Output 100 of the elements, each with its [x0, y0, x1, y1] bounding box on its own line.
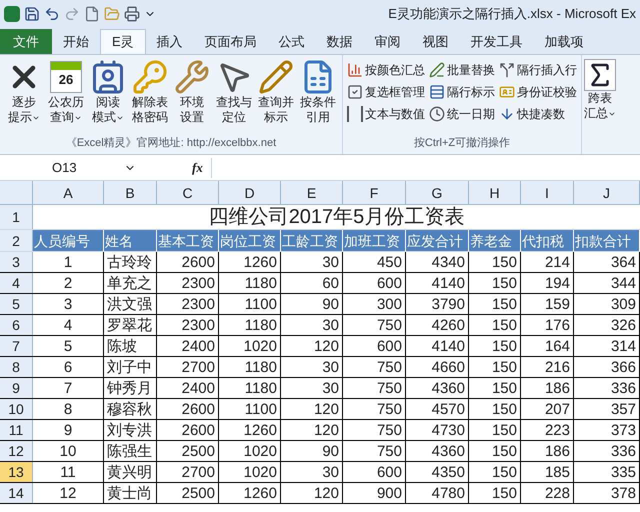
table-cell: 90: [281, 294, 343, 314]
column-header[interactable]: H: [469, 181, 521, 204]
column-header[interactable]: I: [521, 181, 574, 204]
clock-icon: [429, 106, 445, 122]
ribbon-button[interactable]: 按条件 引用: [298, 59, 338, 125]
ribbon-tab[interactable]: 视图: [412, 29, 460, 54]
header-cell: 工龄工资: [281, 230, 343, 251]
ribbon-tab[interactable]: 数据: [316, 29, 364, 54]
ribbon-tab[interactable]: E灵: [100, 29, 146, 54]
row-header[interactable]: 5: [0, 294, 33, 314]
row-header[interactable]: 2: [0, 230, 33, 251]
table-cell: 150: [469, 252, 521, 272]
ribbon-tab[interactable]: 加载项: [534, 29, 595, 54]
ribbon-small-button[interactable]: 隔行插入行: [499, 59, 577, 81]
row-header[interactable]: 13: [0, 462, 33, 482]
print-preview-icon[interactable]: [124, 6, 140, 22]
header-cell: 基本工资: [157, 230, 219, 251]
ribbon-tab[interactable]: 开发工具: [460, 29, 534, 54]
row-header[interactable]: 14: [0, 483, 33, 503]
table-cell: 6: [33, 357, 104, 377]
table-cell: 1020: [219, 336, 281, 356]
ribbon-button[interactable]: 环境 设置: [172, 59, 212, 125]
column-header[interactable]: C: [157, 181, 219, 204]
ribbon-small-button[interactable]: 快捷凑数: [499, 103, 577, 125]
undo-icon[interactable]: [44, 6, 60, 22]
table-cell: 336: [574, 378, 640, 398]
name-box[interactable]: O13: [4, 158, 144, 178]
table-cell: 164: [521, 336, 574, 356]
row-header[interactable]: 3: [0, 252, 33, 272]
table-cell: 750: [343, 399, 406, 419]
column-header[interactable]: A: [33, 181, 104, 204]
table-cell: 4570: [406, 399, 469, 419]
ribbon-tab[interactable]: 页面布局: [194, 29, 268, 54]
ribbon-small-button[interactable]: 隔行标示: [429, 81, 495, 103]
row-header[interactable]: 10: [0, 399, 33, 419]
row-header[interactable]: 12: [0, 441, 33, 461]
ribbon-button[interactable]: 逐步 提示: [4, 59, 44, 125]
row-header[interactable]: 9: [0, 378, 33, 398]
ribbon-button[interactable]: 查询并 标示: [256, 59, 296, 125]
table-cell: 150: [469, 378, 521, 398]
table-cell: 300: [343, 294, 406, 314]
table-cell: 洪文强: [104, 294, 157, 314]
column-header[interactable]: F: [343, 181, 406, 204]
ribbon-button[interactable]: 阅读 模式: [88, 59, 128, 125]
checkbox-icon: [347, 84, 363, 100]
ribbon-tab[interactable]: 审阅: [364, 29, 412, 54]
ribbon-small-button[interactable]: 复选框管理: [347, 81, 425, 103]
ribbon-tab[interactable]: 开始: [52, 29, 100, 54]
table-cell: 176: [521, 315, 574, 335]
ribbon-button[interactable]: 查找与 定位: [214, 59, 254, 125]
table-cell: 450: [343, 252, 406, 272]
row-header[interactable]: 8: [0, 357, 33, 377]
ribbon-small-button[interactable]: 按颜色汇总: [347, 59, 425, 81]
table-cell: 357: [574, 399, 640, 419]
table-cell: 2400: [157, 336, 219, 356]
function-icon[interactable]: fx: [192, 158, 203, 178]
table-cell: 2300: [157, 273, 219, 293]
ribbon-button[interactable]: 26 公农历 查询: [46, 59, 86, 125]
table-cell: 陈强生: [104, 441, 157, 461]
ribbon-small-button[interactable]: 统一日期: [429, 103, 495, 125]
ribbon-tab[interactable]: 插入: [146, 29, 194, 54]
table-cell: 4140: [406, 336, 469, 356]
column-header[interactable]: D: [219, 181, 281, 204]
table-cell: 4140: [406, 273, 469, 293]
table-cell: 1020: [219, 462, 281, 482]
table-cell: 3790: [406, 294, 469, 314]
table-cell: 750: [343, 420, 406, 440]
table-cell: 12: [33, 483, 104, 503]
table-cell: 2400: [157, 378, 219, 398]
table-cell: 30: [281, 252, 343, 272]
table-cell: 150: [469, 441, 521, 461]
column-header[interactable]: B: [104, 181, 157, 204]
ribbon-tab[interactable]: 公式: [268, 29, 316, 54]
row-header[interactable]: 1: [0, 205, 33, 229]
row-header[interactable]: 4: [0, 273, 33, 293]
save-icon[interactable]: [24, 6, 40, 22]
ribbon-small-button[interactable]: 文本与数值: [347, 103, 425, 125]
new-file-icon[interactable]: [84, 6, 100, 22]
table-cell: 2500: [157, 483, 219, 503]
column-header[interactable]: G: [406, 181, 469, 204]
column-header[interactable]: J: [574, 181, 640, 204]
table-cell: 150: [469, 462, 521, 482]
table-cell: 314: [574, 336, 640, 356]
ribbon-tab[interactable]: 文件: [0, 29, 52, 54]
column-header[interactable]: E: [281, 181, 343, 204]
table-cell: 1180: [219, 357, 281, 377]
table-cell: 600: [343, 462, 406, 482]
table-cell: 4780: [406, 483, 469, 503]
table-cell: 2700: [157, 357, 219, 377]
group-label: 《Excel精灵》官网地址: http://excelbbx.net: [64, 136, 278, 150]
ribbon-button[interactable]: 解除表 格密码: [130, 59, 170, 125]
row-header[interactable]: 6: [0, 315, 33, 335]
table-cell: 750: [343, 357, 406, 377]
ribbon-button[interactable]: 跨表 汇总: [582, 55, 618, 121]
ribbon-small-button[interactable]: 身份证校验: [499, 81, 577, 103]
table-cell: 90: [281, 441, 343, 461]
row-header[interactable]: 7: [0, 336, 33, 356]
row-header[interactable]: 11: [0, 420, 33, 440]
spreadsheet-logo-icon[interactable]: [4, 6, 20, 22]
ribbon-small-button[interactable]: 批量替换: [429, 59, 495, 81]
